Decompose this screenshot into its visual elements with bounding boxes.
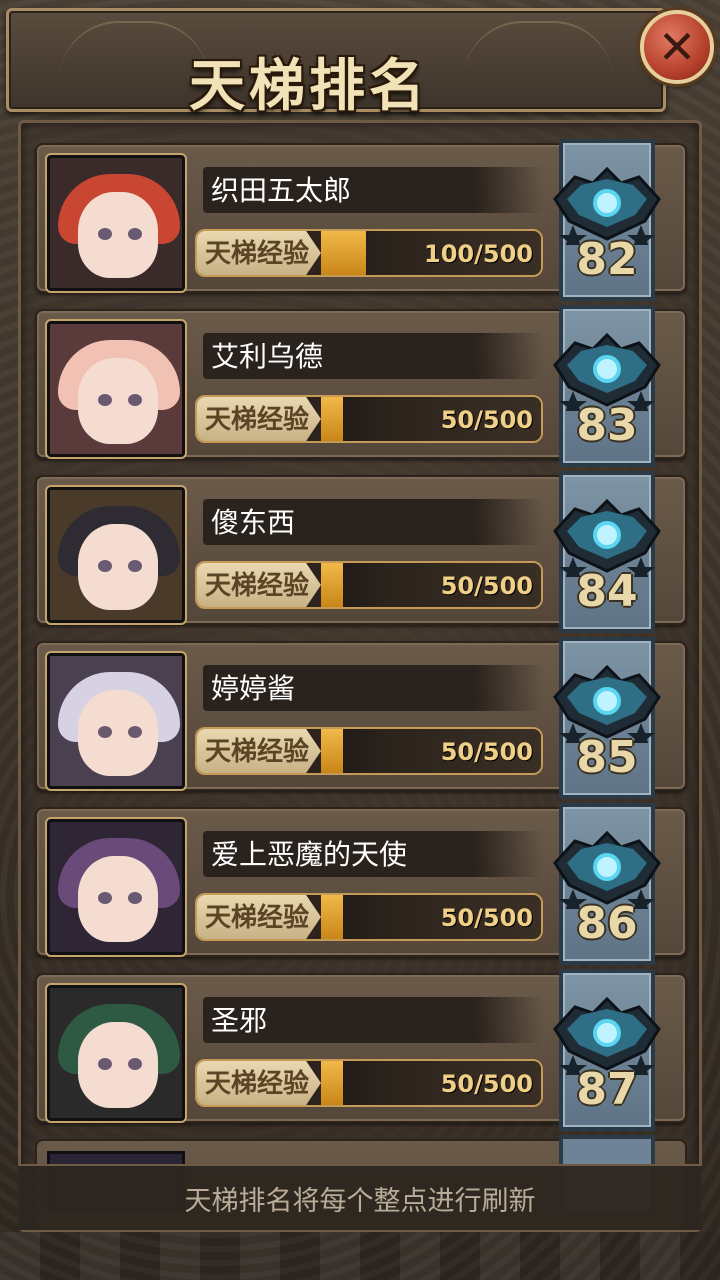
refresh-notice: 天梯排名将每个整点进行刷新 bbox=[184, 1185, 536, 1217]
bottom-ornament bbox=[0, 1232, 720, 1280]
ladder-exp-bar: 天梯经验 50/500 bbox=[195, 893, 543, 941]
ranking-list[interactable]: 圣邪 天梯经验 50/500 87 爱上恶魔的天使 天梯经验 50/500 86… bbox=[18, 120, 702, 1232]
rank-badge-icon bbox=[545, 159, 669, 251]
footer: 天梯排名将每个整点进行刷新 bbox=[18, 1164, 702, 1230]
ladder-exp-value: 50/500 bbox=[440, 904, 533, 932]
ladder-exp-label: 天梯经验 bbox=[205, 1069, 310, 1099]
player-name: 爱上恶魔的天使 bbox=[211, 838, 408, 871]
rank-badge-icon bbox=[545, 491, 669, 583]
ladder-exp-value: 100/500 bbox=[424, 240, 533, 268]
page-title: 天梯排名 bbox=[189, 54, 429, 119]
ladder-exp-bar: 天梯经验 100/500 bbox=[195, 229, 543, 277]
rank-badge-icon bbox=[545, 325, 669, 417]
header: 天梯排名 bbox=[6, 8, 666, 119]
avatar[interactable] bbox=[47, 653, 185, 789]
avatar[interactable] bbox=[47, 985, 185, 1121]
avatar[interactable] bbox=[47, 487, 185, 623]
player-name: 婷婷酱 bbox=[211, 672, 296, 705]
rank-badge-icon bbox=[545, 823, 669, 915]
close-button[interactable]: ✕ bbox=[640, 10, 714, 84]
player-name: 圣邪 bbox=[211, 1004, 268, 1037]
close-icon: ✕ bbox=[657, 20, 697, 74]
player-name: 艾利乌德 bbox=[211, 340, 324, 373]
ladder-exp-bar: 天梯经验 50/500 bbox=[195, 1059, 543, 1107]
rank-badge-icon bbox=[545, 657, 669, 749]
list-item[interactable]: 婷婷酱 天梯经验 50/500 85 bbox=[35, 637, 687, 799]
ladder-exp-bar: 天梯经验 50/500 bbox=[195, 395, 543, 443]
ladder-exp-value: 50/500 bbox=[440, 572, 533, 600]
ladder-exp-bar: 天梯经验 50/500 bbox=[195, 727, 543, 775]
ladder-exp-label: 天梯经验 bbox=[205, 571, 310, 601]
ladder-exp-label: 天梯经验 bbox=[205, 405, 310, 435]
ladder-exp-label: 天梯经验 bbox=[205, 737, 310, 767]
ladder-exp-value: 50/500 bbox=[440, 406, 533, 434]
list-item[interactable]: 艾利乌德 天梯经验 50/500 83 bbox=[35, 305, 687, 467]
avatar[interactable] bbox=[47, 321, 185, 457]
list-item[interactable]: 圣邪 天梯经验 50/500 87 bbox=[35, 969, 687, 1131]
list-item[interactable]: 爱上恶魔的天使 天梯经验 50/500 86 bbox=[35, 803, 687, 965]
ladder-exp-value: 50/500 bbox=[440, 738, 533, 766]
ladder-exp-label: 天梯经验 bbox=[205, 239, 310, 269]
list-item[interactable]: 织田五太郎 天梯经验 100/500 82 bbox=[35, 139, 687, 301]
ladder-exp-value: 50/500 bbox=[440, 1070, 533, 1098]
avatar[interactable] bbox=[47, 155, 185, 291]
avatar[interactable] bbox=[47, 819, 185, 955]
player-name: 织田五太郎 bbox=[211, 174, 352, 207]
ladder-exp-label: 天梯经验 bbox=[205, 903, 310, 933]
list-item[interactable]: 傻东西 天梯经验 50/500 84 bbox=[35, 471, 687, 633]
rank-badge-icon bbox=[545, 989, 669, 1081]
ladder-exp-bar: 天梯经验 50/500 bbox=[195, 561, 543, 609]
player-name: 傻东西 bbox=[211, 506, 296, 539]
